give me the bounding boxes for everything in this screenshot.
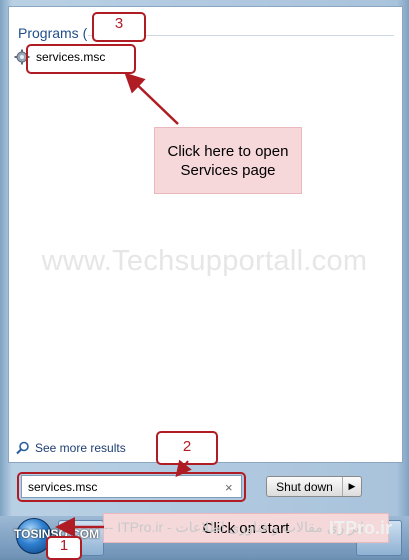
arrow-to-result xyxy=(124,72,179,125)
arrow-to-search xyxy=(175,459,192,478)
annotation-arrows xyxy=(55,72,192,537)
